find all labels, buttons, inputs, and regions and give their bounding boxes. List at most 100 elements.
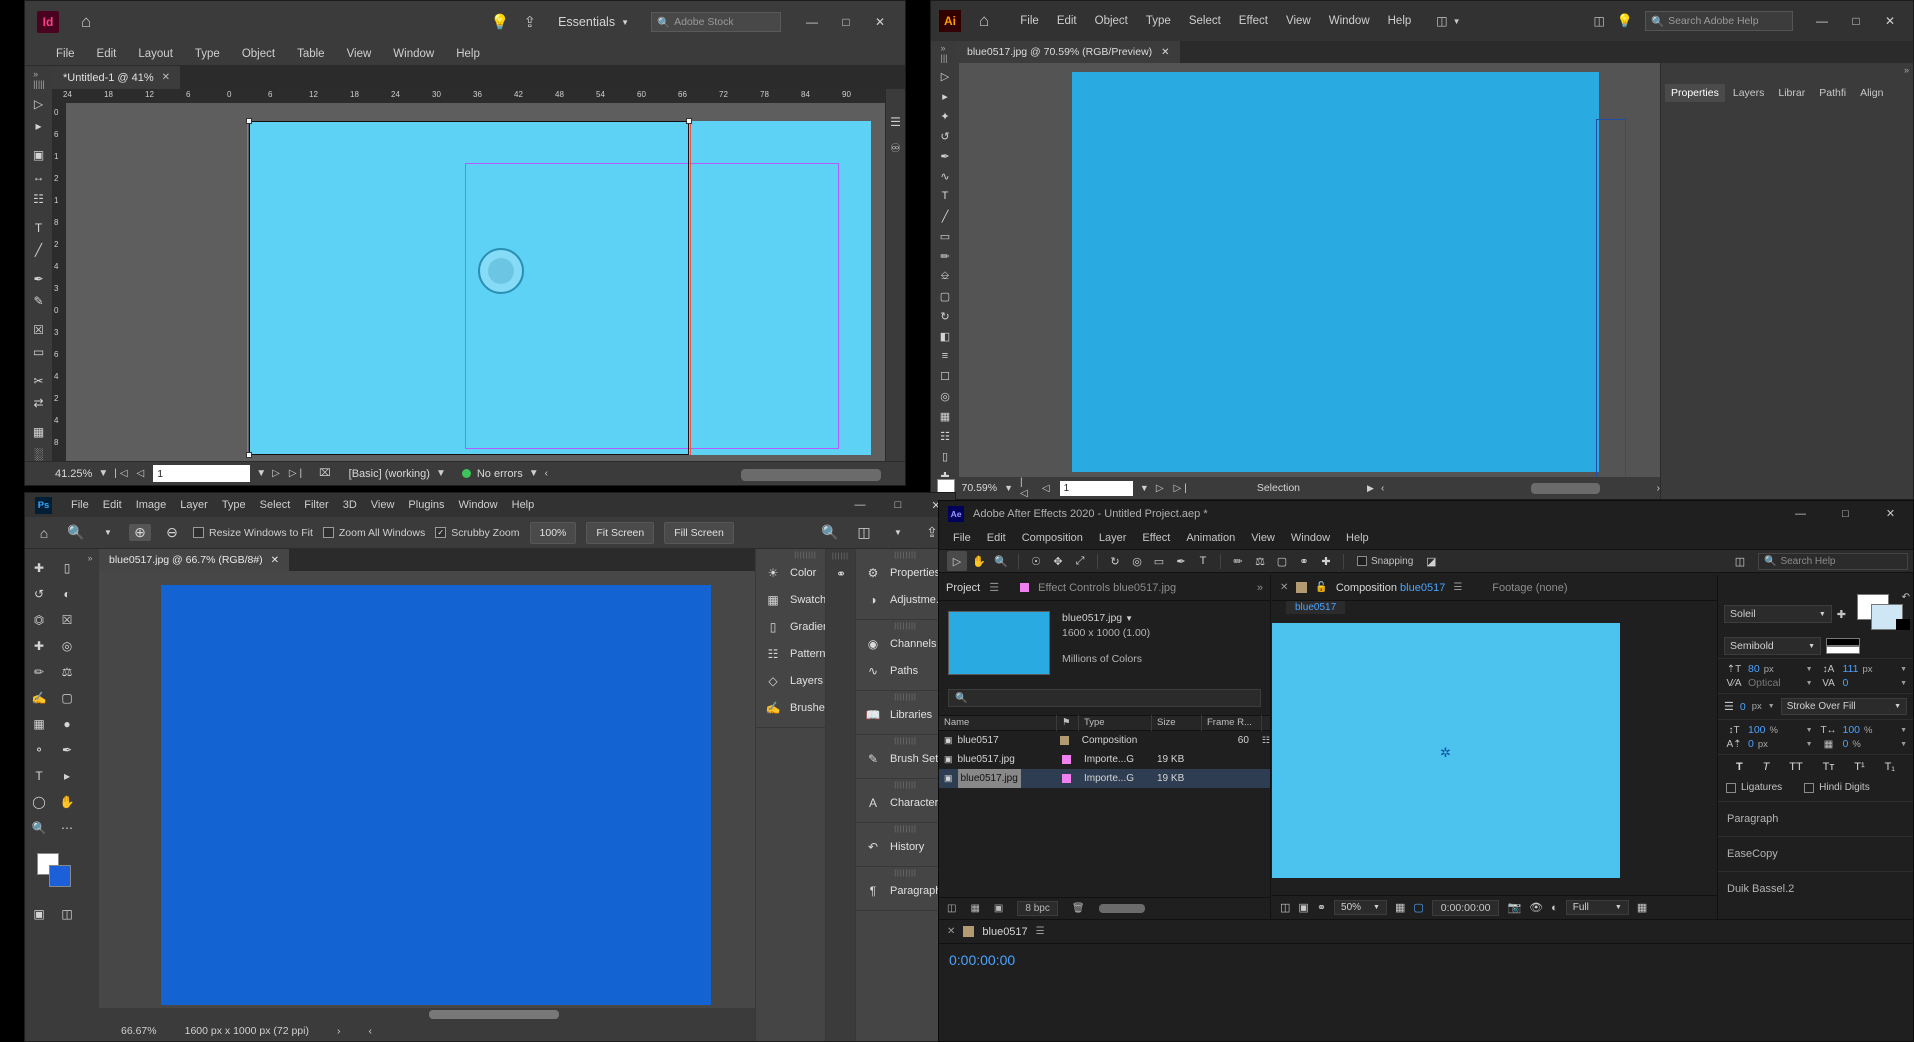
menu-file[interactable]: File <box>64 499 96 511</box>
puppet-pin-tool[interactable]: ✚ <box>1316 551 1336 571</box>
close-icon[interactable]: ✕ <box>947 926 955 937</box>
direct-selection-tool[interactable]: ▸ <box>25 115 52 137</box>
help-search-input[interactable]: 🔍 Search Adobe Help <box>1645 11 1793 31</box>
zoom-level[interactable]: 41.25% <box>55 468 92 480</box>
chevron-down-icon[interactable]: ▼ <box>1806 680 1813 687</box>
new-comp-icon[interactable]: ▦ <box>970 903 979 914</box>
hindi-digits-checkbox[interactable]: Hindi Digits <box>1804 782 1870 793</box>
eyedropper-icon[interactable]: ✚ <box>1837 608 1846 621</box>
tab-composition[interactable]: Composition blue0517 <box>1336 582 1445 594</box>
hand-tool[interactable]: ✋ <box>969 551 989 571</box>
prev-arrow-icon[interactable]: ‹ <box>1381 483 1384 494</box>
prev-arrow-icon[interactable]: ‹ <box>545 468 548 479</box>
panel-menu-icon[interactable]: ☰ <box>1036 926 1045 937</box>
width-tool[interactable]: ≡ <box>931 346 959 366</box>
menu-type[interactable]: Type <box>184 48 231 60</box>
illustrator-menubar[interactable]: File Edit Object Type Select Effect View… <box>1011 15 1420 27</box>
tab-pathfinder[interactable]: Pathfi <box>1813 84 1852 102</box>
menu-edit[interactable]: Edit <box>1048 15 1086 27</box>
canvas-image[interactable] <box>161 585 711 1005</box>
menu-view[interactable]: View <box>364 499 402 511</box>
maximize-button[interactable]: □ <box>1839 8 1873 34</box>
selection-handle-bl[interactable] <box>246 452 252 458</box>
font-style-select[interactable]: Semibold ▼ <box>1724 637 1821 655</box>
home-icon[interactable]: ⌂ <box>979 11 989 31</box>
pages-panel-icon[interactable]: ☰ <box>886 109 905 135</box>
menu-animation[interactable]: Animation <box>1178 532 1243 544</box>
chevron-down-icon[interactable]: ▼ <box>529 468 539 479</box>
paintbrush-tool[interactable]: ✏ <box>931 246 959 266</box>
tab-libraries[interactable]: Librar <box>1772 84 1811 102</box>
zoom-out-button[interactable]: ⊖ <box>161 524 183 541</box>
zoom-level[interactable]: 66.67% <box>121 1025 157 1037</box>
pen-tool[interactable]: ✒ <box>25 268 52 290</box>
aftereffects-toolbar[interactable]: ▷ ✋ 🔍 ☉ ✥ ⤢ ↻ ◎ ▭ ✒ T ✏ ⚖ ▢ ⚭ ✚ Snapping… <box>939 549 1913 573</box>
channels-icon[interactable]: ◐ <box>1551 902 1558 914</box>
eraser-tool[interactable]: ▢ <box>931 286 959 306</box>
delete-icon[interactable]: 🗑 <box>1072 903 1085 914</box>
tab-project[interactable]: Project <box>946 582 980 594</box>
menu-file[interactable]: File <box>45 48 86 60</box>
color-depth-button[interactable]: 8 bpc <box>1017 901 1058 916</box>
dolly-tool[interactable]: ⤢ <box>1070 551 1090 571</box>
selection-tool[interactable]: ▷ <box>931 66 959 86</box>
first-page-button[interactable]: |◁ <box>114 468 130 479</box>
table-row[interactable]: ▣ blue0517.jpg Importe...G 19 KB <box>939 750 1270 769</box>
faux-italic-button[interactable]: T <box>1763 761 1770 773</box>
home-icon[interactable]: ⌂ <box>33 525 55 541</box>
chevron-down-icon[interactable]: ▼ <box>1900 727 1907 734</box>
menu-view[interactable]: View <box>1243 532 1283 544</box>
minimize-button[interactable]: — <box>795 9 829 35</box>
discover-bulb-icon[interactable]: 💡 <box>491 13 510 31</box>
hand-tool[interactable]: ✋ <box>53 789 81 815</box>
marquee-tool[interactable]: ▯ <box>53 555 81 581</box>
path-selection-tool[interactable]: ▸ <box>53 763 81 789</box>
column-frame-rate[interactable]: Frame R... <box>1202 715 1262 731</box>
last-artboard-button[interactable]: ▷| <box>1174 483 1190 494</box>
line-tool[interactable]: ╱ <box>25 239 52 261</box>
column-name[interactable]: Name <box>939 715 1057 731</box>
line-segment-tool[interactable]: ╱ <box>931 206 959 226</box>
menu-help[interactable]: Help <box>445 48 491 60</box>
zoom-level[interactable]: 70.59% <box>962 482 998 494</box>
maximize-button[interactable]: □ <box>879 493 917 517</box>
menu-effect[interactable]: Effect <box>1230 15 1277 27</box>
composition-viewer-footer[interactable]: ◫ ▣ ⚭ 50% ▼ ▦ ▢ 0:00:00:00 📷 👁 ◐ Full ▼ … <box>1272 895 1717 919</box>
search-icon[interactable]: 🔍 <box>819 524 841 541</box>
chevron-down-icon[interactable]: ▼ <box>1140 483 1149 493</box>
pen-tool[interactable]: ✒ <box>931 146 959 166</box>
dodge-tool[interactable]: ⚬ <box>25 737 53 763</box>
horizontal-scale-field[interactable]: T↔ 100 % ▼ <box>1819 724 1907 736</box>
roto-brush-tool[interactable]: ⚭ <box>1294 551 1314 571</box>
chevron-down-icon[interactable]: ▼ <box>1900 680 1907 687</box>
faux-bold-button[interactable]: T <box>1736 761 1743 773</box>
indesign-window[interactable]: Id ⌂ 💡 ⇪ Essentials ▼ 🔍 Adobe Stock — □ … <box>24 0 906 486</box>
illustrator-panel-dock[interactable]: » Properties Layers Librar Pathfi Align <box>1660 63 1913 499</box>
menu-effect[interactable]: Effect <box>1134 532 1178 544</box>
composition-panel-tabs[interactable]: ✕ 🔓 Composition blue0517 ☰ Footage (none… <box>1272 575 1717 601</box>
move-tool[interactable]: ✚ <box>25 555 53 581</box>
always-preview-icon[interactable]: ◫ <box>1280 901 1290 914</box>
label-color-swatch[interactable] <box>1062 755 1071 764</box>
history-brush-tool[interactable]: ✍ <box>25 685 53 711</box>
menu-plugins[interactable]: Plugins <box>401 499 451 511</box>
tab-align[interactable]: Align <box>1854 84 1889 102</box>
new-folder-icon[interactable]: ◫ <box>947 903 956 914</box>
rectangle-tool[interactable]: ▭ <box>25 341 52 363</box>
menu-table[interactable]: Table <box>286 48 336 60</box>
next-artboard-button[interactable]: ▷ <box>1156 483 1167 494</box>
column-label-color[interactable]: ⚑ <box>1057 715 1079 731</box>
view-layout-icon[interactable]: ▣ <box>1298 901 1308 914</box>
status-expand-icon[interactable]: › <box>337 1025 341 1037</box>
composition-frame-image[interactable]: ✲ <box>1272 623 1620 878</box>
color-swatches[interactable] <box>25 851 81 895</box>
resize-windows-checkbox[interactable]: Resize Windows to Fit <box>193 527 313 539</box>
close-icon[interactable]: ✕ <box>1280 582 1288 593</box>
expand-panels-icon[interactable]: » <box>1904 65 1909 75</box>
type-tool[interactable]: T <box>25 763 53 789</box>
collapse-panel-icon[interactable]: » ||| <box>931 41 957 63</box>
menu-filter[interactable]: Filter <box>297 499 335 511</box>
timeline-comp-name[interactable]: blue0517 <box>982 926 1027 938</box>
photoshop-statusbar[interactable]: 66.67% 1600 px x 1000 px (72 ppi) › ‹ <box>99 1021 825 1041</box>
photoshop-toolbar[interactable]: ✚ ▯ ↺ ◐ ⏣ ☒ ✚ ◎ ✏ ⚖ ✍ ▢ ▦ ● ⚬ ✒ T ▸ ◯ ✋ … <box>25 549 81 1041</box>
